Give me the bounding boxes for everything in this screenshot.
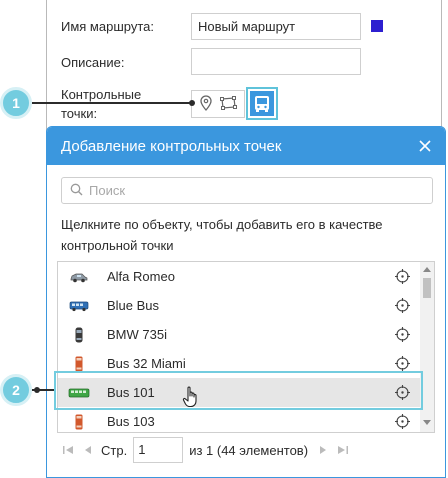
crosshair-icon[interactable] [395, 414, 410, 429]
close-icon[interactable] [417, 138, 433, 154]
crosshair-icon[interactable] [395, 356, 410, 371]
page-label: Стр. [101, 442, 128, 458]
unit-name: Blue Bus [107, 298, 160, 313]
scroll-up-arrow-icon[interactable] [423, 267, 431, 272]
crosshair-icon[interactable] [395, 327, 410, 342]
callout-2-dot [34, 387, 40, 393]
crosshair-icon[interactable] [395, 298, 410, 313]
first-page-icon[interactable] [61, 444, 75, 456]
crosshair-icon[interactable] [395, 269, 410, 284]
search-placeholder: Поиск [89, 183, 126, 198]
add-checkpoints-dialog: Добавление контрольных точек Поиск Щелкн… [46, 126, 446, 478]
unit-name: Alfa Romeo [107, 269, 175, 284]
prev-page-icon[interactable] [81, 444, 95, 456]
geofence-icon[interactable] [219, 95, 237, 114]
list-item[interactable]: Bus 103 [58, 407, 422, 432]
scroll-down-arrow-icon[interactable] [423, 420, 431, 425]
list-item[interactable]: BMW 735i [58, 320, 422, 349]
car-topview-icon [68, 327, 90, 343]
add-units-button[interactable] [246, 87, 278, 120]
checkpoints-label-line2: точки: [61, 106, 98, 121]
highlight-frame [54, 371, 423, 410]
bus-topview-icon [68, 356, 90, 372]
scroll-thumb[interactable] [423, 278, 431, 298]
unit-name: Bus 32 Miami [107, 356, 186, 371]
route-color-swatch[interactable] [371, 20, 383, 32]
bus-icon [68, 298, 90, 314]
search-input[interactable]: Поиск [61, 177, 433, 204]
callout-1-dot [189, 100, 195, 106]
page-count: из 1 (44 элементов) [189, 442, 309, 458]
map-pin-icon[interactable] [199, 94, 213, 114]
pager: Стр. 1 из 1 (44 элементов) [61, 437, 356, 463]
callout-1: 1 [0, 87, 32, 119]
description-input[interactable] [191, 48, 361, 75]
search-icon [70, 183, 83, 199]
next-page-icon[interactable] [316, 444, 330, 456]
route-name-label: Имя маршрута: [61, 19, 154, 34]
callout-2: 2 [0, 374, 32, 406]
car-icon [68, 269, 90, 285]
bus-topview-icon [68, 414, 90, 430]
callout-1-leader [32, 102, 192, 104]
list-item[interactable]: Alfa Romeo [58, 262, 422, 291]
checkpoint-mode-group [191, 90, 245, 118]
dialog-header: Добавление контрольных точек [47, 127, 445, 165]
page-number-input[interactable]: 1 [133, 437, 184, 463]
route-name-input[interactable]: Новый маршрут [191, 13, 361, 40]
dialog-hint: Щелкните по объекту, чтобы добавить его … [61, 217, 383, 253]
unit-name: BMW 735i [107, 327, 167, 342]
dialog-title: Добавление контрольных точек [61, 137, 282, 155]
list-item[interactable]: Blue Bus [58, 291, 422, 320]
last-page-icon[interactable] [336, 444, 350, 456]
unit-name: Bus 103 [107, 414, 155, 429]
description-label: Описание: [61, 55, 125, 70]
route-form: Имя маршрута: Новый маршрут Описание: Ко… [46, 0, 442, 132]
checkpoints-label-line1: Контрольные [61, 87, 142, 102]
bus-icon [250, 91, 274, 116]
hand-cursor-icon [182, 386, 200, 411]
